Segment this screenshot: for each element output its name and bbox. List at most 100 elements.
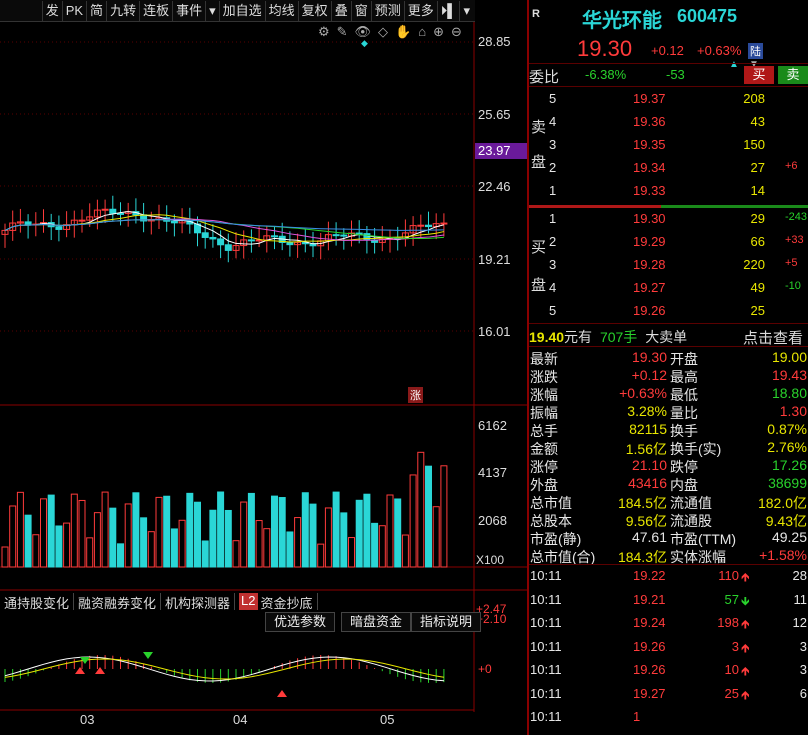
volume-bar bbox=[78, 499, 86, 568]
volume-bar bbox=[355, 499, 363, 568]
toolbar-item[interactable]: ▾ bbox=[205, 0, 219, 21]
stat-label: 最低 bbox=[670, 387, 698, 403]
order-level: 5 bbox=[549, 303, 557, 318]
volume-bar bbox=[186, 492, 194, 568]
toolbar-item[interactable]: 事件 bbox=[172, 0, 205, 21]
toolbar-item[interactable]: 预测 bbox=[370, 0, 404, 21]
dark-fund-button[interactable]: 暗盘资金 bbox=[341, 612, 412, 632]
price-axis-label: 19.21 bbox=[478, 252, 511, 267]
volume-axis-label: 2068 bbox=[478, 513, 507, 528]
stat-value: 38699 bbox=[768, 475, 807, 491]
volume-bar bbox=[170, 528, 178, 568]
order-volume: 220 bbox=[743, 257, 765, 272]
toolbar-item[interactable]: 叠 bbox=[330, 0, 351, 21]
volume-bar bbox=[155, 496, 163, 568]
candle-body bbox=[271, 235, 278, 238]
stock-name: 华光环能 bbox=[582, 10, 662, 32]
volume-bar bbox=[232, 540, 240, 568]
order-price: 19.33 bbox=[633, 183, 666, 198]
volume-bar bbox=[278, 497, 286, 568]
stat-label: 市盈(TTM) bbox=[670, 531, 737, 547]
stat-value: 49.25 bbox=[771, 529, 807, 545]
volume-bar bbox=[163, 495, 171, 568]
stock-change-pct: +0.63% bbox=[697, 43, 742, 58]
tab-fund-bottom[interactable]: L2 资金抄底 bbox=[235, 593, 318, 611]
tick-price: 1 bbox=[633, 709, 641, 724]
volume-bar bbox=[294, 517, 302, 568]
stat-label: 内盘 bbox=[670, 477, 698, 493]
tick-price: 19.26 bbox=[633, 662, 666, 677]
buy-button[interactable]: 买 bbox=[744, 66, 774, 84]
tab-margin-change[interactable]: 融资融券变化 bbox=[74, 593, 162, 611]
toolbar-item[interactable]: 均线 bbox=[264, 0, 298, 21]
stat-value: 19.30 bbox=[631, 349, 667, 365]
buy-signal-icon bbox=[75, 667, 85, 674]
volume-bar bbox=[140, 517, 148, 568]
volume-bar bbox=[409, 474, 417, 568]
chart-tool-icons[interactable]: ⚙✎👁◇✋⌂⊕⊖ bbox=[318, 24, 469, 40]
stock-terminal: 发 PK 简九转 连板 事件 ▾ 加自选 均线 复权叠窗预测 更多 ⏵▌ ▾ ⚙✎👁◇✋⌂⊕⊖ ◆ 2… bbox=[0, 0, 808, 735]
stat-label: 流通值 bbox=[670, 495, 712, 511]
volume-bar bbox=[9, 505, 17, 568]
optimal-params-button[interactable]: 优选参数 bbox=[265, 612, 336, 632]
stat-label: 总手 bbox=[530, 423, 558, 439]
toolbar-item[interactable]: 简 bbox=[86, 0, 106, 21]
order-price: 19.29 bbox=[633, 234, 666, 249]
indicator-help-button[interactable]: 指标说明 bbox=[411, 612, 482, 632]
toolbar-item[interactable]: 加自选 bbox=[218, 0, 265, 21]
candle-body bbox=[117, 212, 124, 215]
candle-body bbox=[209, 236, 217, 240]
tab-holdings-change[interactable]: 通持股变化 bbox=[0, 593, 75, 611]
toolbar-item[interactable]: 连板 bbox=[139, 0, 172, 21]
sell-button[interactable]: 卖 bbox=[778, 66, 808, 84]
wei-bi-label: 委比 bbox=[529, 69, 560, 86]
stat-value: 19.00 bbox=[771, 349, 807, 365]
tick-volume: 10 bbox=[724, 662, 739, 677]
up-arrow-icon: 🡹 bbox=[741, 617, 750, 631]
toolbar-item[interactable]: 发 bbox=[41, 0, 62, 21]
tick-count: 3 bbox=[799, 638, 807, 654]
price-axis-label: 16.01 bbox=[478, 324, 511, 339]
toolbar-item[interactable]: 窗 bbox=[350, 0, 371, 21]
order-level: 4 bbox=[549, 114, 557, 129]
tab-institution-detector[interactable]: 机构探测器 bbox=[161, 593, 236, 611]
candle-body bbox=[201, 232, 209, 238]
order-volume: 27 bbox=[750, 160, 765, 175]
volume-bar bbox=[363, 493, 371, 568]
stat-value: 43416 bbox=[628, 475, 667, 491]
expand-arrow-icon[interactable]: ▲ bbox=[729, 59, 739, 70]
tick-price: 19.27 bbox=[633, 685, 666, 701]
stat-label: 涨跌 bbox=[530, 369, 558, 385]
stat-label: 总股本 bbox=[530, 513, 572, 529]
toolbar-item[interactable]: 更多 bbox=[403, 0, 437, 21]
order-level: 2 bbox=[549, 234, 557, 249]
buy-side-label: 买 bbox=[531, 239, 547, 256]
up-arrow-icon: 🡹 bbox=[741, 570, 750, 584]
toolbar-item[interactable]: 九转 bbox=[106, 0, 139, 21]
kline-chart-area[interactable]: ⚙✎👁◇✋⌂⊕⊖ ◆ 28.85 25.65 22.46 19.21 16.01… bbox=[0, 22, 527, 735]
volume-bar bbox=[348, 537, 355, 568]
down-arrow-icon: 🡻 bbox=[741, 593, 750, 608]
volume-bar bbox=[263, 528, 271, 568]
candle-body bbox=[55, 226, 63, 230]
toolbar-item[interactable]: ▾ bbox=[459, 0, 473, 21]
order-level: 3 bbox=[549, 137, 557, 152]
view-big-order-link[interactable]: 点击查看 bbox=[743, 327, 803, 348]
toolbar-item[interactable]: PK bbox=[61, 0, 86, 21]
quote-panel: R 华光环能 600475 19.30 +0.12 +0.63% 陆 ▲ ▼ 委… bbox=[529, 0, 808, 735]
candle-body bbox=[247, 239, 255, 242]
volume-bar bbox=[40, 498, 47, 568]
order-price: 19.27 bbox=[633, 280, 666, 295]
volume-bar bbox=[109, 507, 117, 568]
toolbar-item[interactable]: 复权 bbox=[297, 0, 331, 21]
volume-bar bbox=[32, 534, 40, 568]
big-order-row[interactable]: 19.40元有 707手 大卖单 bbox=[529, 327, 687, 347]
stat-value: 182.0亿 bbox=[757, 495, 807, 511]
stat-label: 最高 bbox=[670, 369, 698, 385]
volume-bar bbox=[117, 543, 124, 568]
toolbar-item[interactable]: ⏵▌ bbox=[436, 0, 460, 21]
limit-up-badge: 涨 bbox=[408, 387, 423, 403]
up-arrow-icon: 🡹 bbox=[741, 687, 750, 702]
volume-bar bbox=[178, 519, 186, 568]
stat-value: 2.76% bbox=[767, 439, 807, 455]
